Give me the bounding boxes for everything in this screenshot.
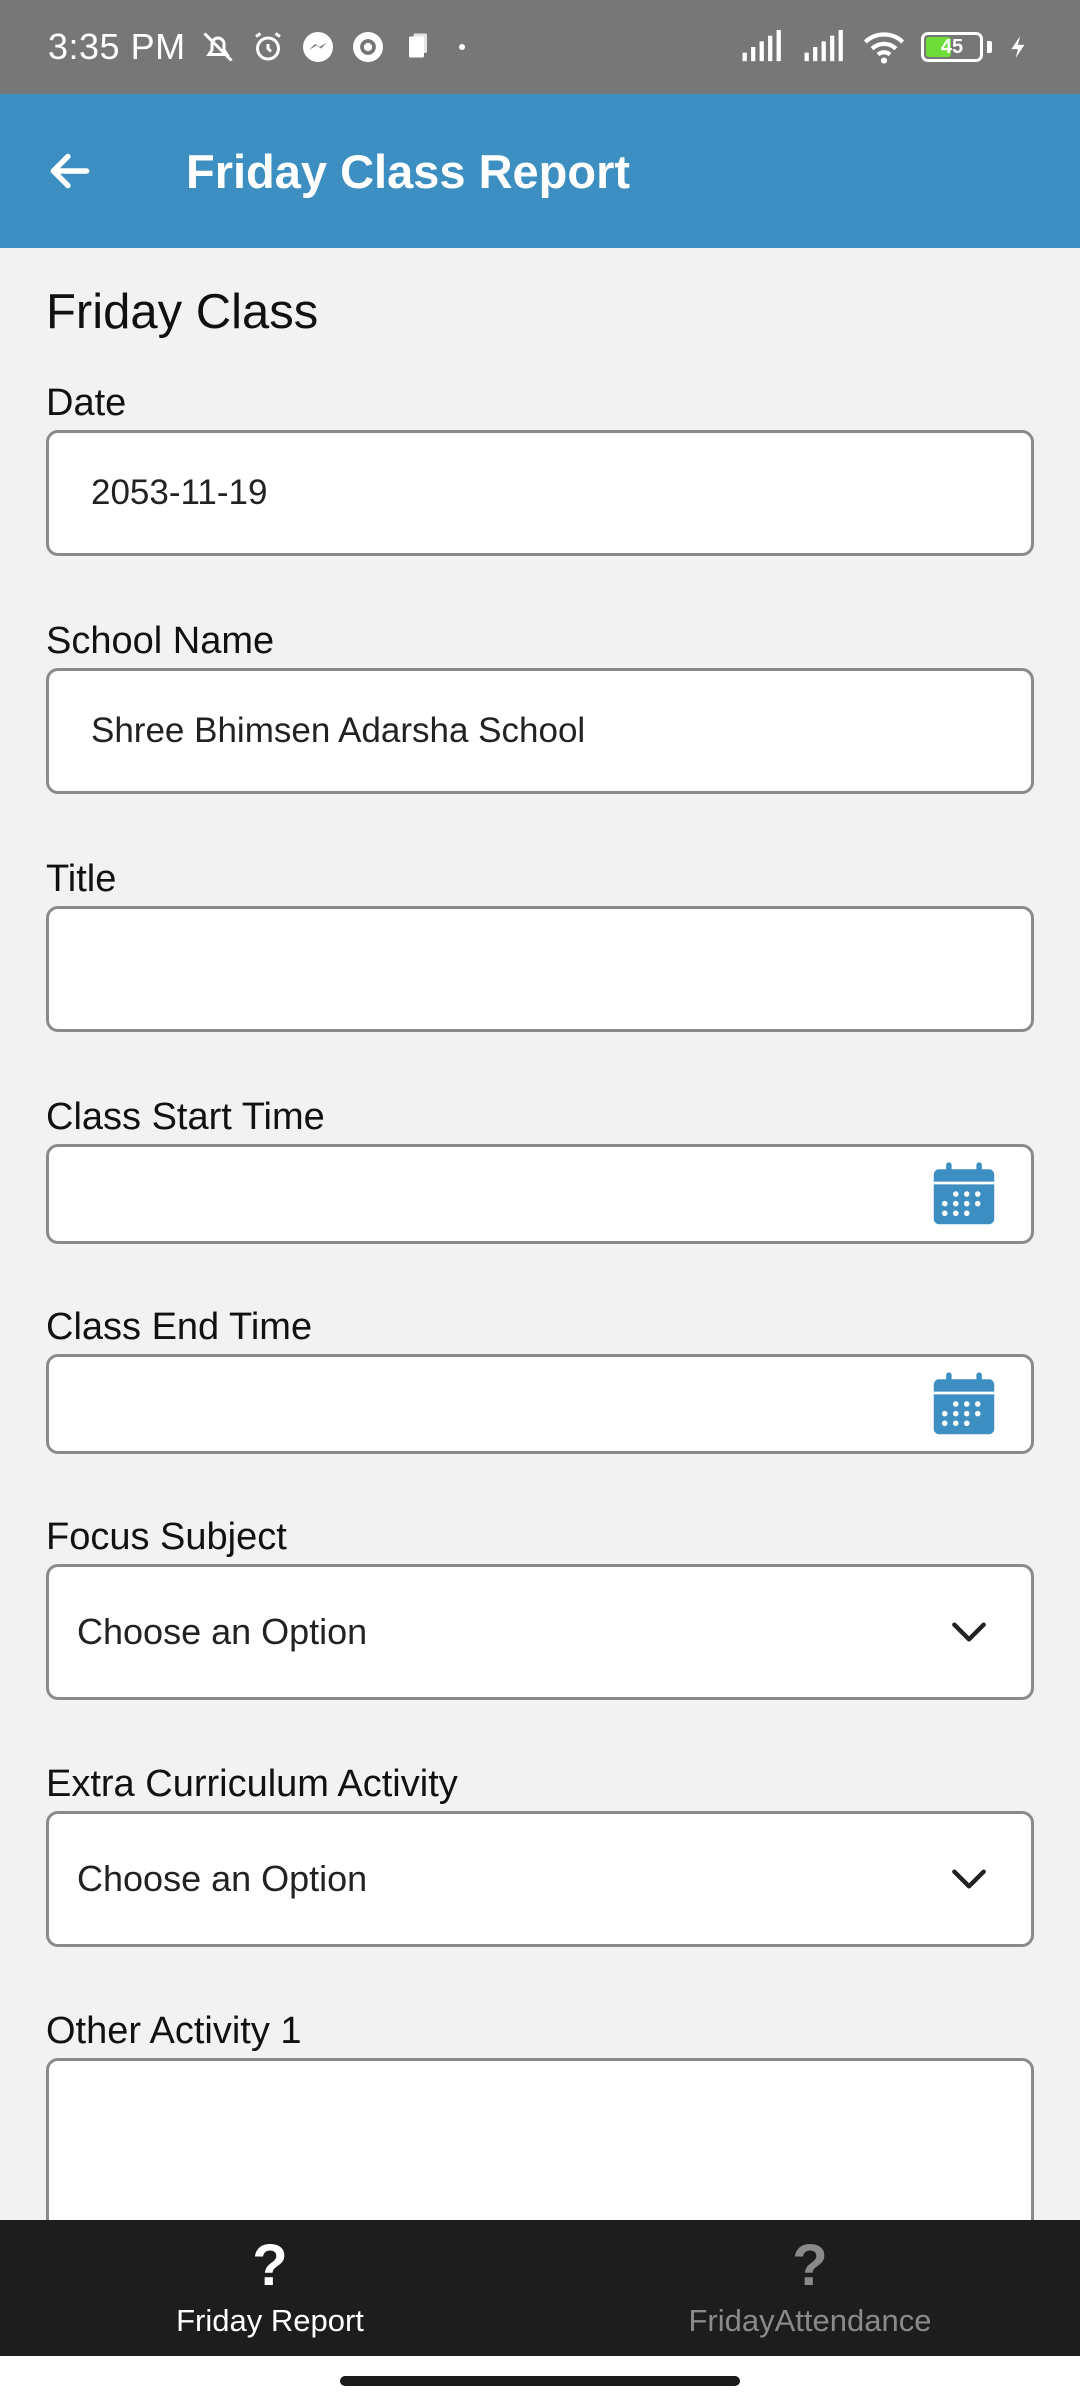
focus-subject-value: Choose an Option (77, 1611, 368, 1652)
other-activity-1-label: Other Activity 1 (46, 2010, 302, 2052)
extra-curriculum-activity-value: Choose an Option (77, 1858, 368, 1899)
charging-icon (1011, 36, 1025, 58)
wifi-icon (863, 32, 905, 64)
bottom-nav: ? Friday Report ? FridayAttendance (0, 2220, 1080, 2356)
title-label: Title (46, 858, 117, 900)
arrow-left-icon (50, 153, 90, 189)
chevron-down-icon (952, 1622, 986, 1642)
class-start-time-field[interactable] (46, 1144, 1034, 1244)
status-bar: 3:35 PM 45 (0, 0, 1080, 94)
battery-icon: 45 (921, 32, 983, 62)
dot-icon (458, 44, 465, 50)
app-bar: Friday Class Report (0, 94, 1080, 248)
battery-level: 45 (940, 35, 964, 58)
school-name-label: School Name (46, 620, 275, 662)
battery-tip (987, 41, 992, 53)
signal-icon (742, 30, 781, 62)
date-label: Date (46, 382, 127, 424)
page-title: Friday Class Report (186, 144, 631, 198)
status-right-icons: 45 (737, 30, 1032, 64)
sync-icon (352, 32, 383, 62)
mute-icon (203, 32, 233, 62)
school-name-value: Shree Bhimsen Adarsha School (91, 711, 586, 750)
alarm-icon (254, 32, 281, 61)
gesture-bar[interactable] (340, 2376, 740, 2386)
status-left-icons (200, 29, 474, 65)
clipboard-icon (408, 33, 427, 58)
calendar-icon[interactable] (931, 1161, 997, 1227)
gesture-area (0, 2356, 1080, 2400)
nav-item-friday-report[interactable]: ? Friday Report (0, 2220, 540, 2356)
class-start-time-label: Class Start Time (46, 1096, 325, 1138)
nav-label-friday-attendance: FridayAttendance (688, 2303, 932, 2338)
messenger-icon (302, 32, 333, 62)
class-end-time-label: Class End Time (46, 1306, 313, 1348)
calendar-icon[interactable] (931, 1371, 997, 1437)
question-icon: ? (252, 2233, 288, 2298)
section-title: Friday Class (46, 285, 319, 339)
extra-curriculum-activity-select[interactable]: Choose an Option (46, 1811, 1034, 1947)
date-field[interactable]: 2053-11-19 (46, 430, 1034, 556)
focus-subject-select[interactable]: Choose an Option (46, 1564, 1034, 1700)
school-name-field[interactable]: Shree Bhimsen Adarsha School (46, 668, 1034, 794)
signal-icon (804, 30, 843, 62)
extra-curriculum-activity-label: Extra Curriculum Activity (46, 1763, 458, 1805)
form-content[interactable]: Friday Class Date 2053-11-19 School Name… (0, 248, 1080, 2220)
nav-label-friday-report: Friday Report (176, 2303, 364, 2338)
other-activity-1-field[interactable] (46, 2058, 1034, 2220)
title-field[interactable] (46, 906, 1034, 1032)
status-time: 3:35 PM (48, 26, 186, 67)
back-button[interactable] (30, 131, 110, 211)
nav-item-friday-attendance[interactable]: ? FridayAttendance (540, 2220, 1080, 2356)
chevron-down-icon (952, 1869, 986, 1889)
class-end-time-field[interactable] (46, 1354, 1034, 1454)
date-value: 2053-11-19 (91, 473, 268, 512)
question-icon: ? (792, 2233, 828, 2298)
focus-subject-label: Focus Subject (46, 1516, 287, 1558)
